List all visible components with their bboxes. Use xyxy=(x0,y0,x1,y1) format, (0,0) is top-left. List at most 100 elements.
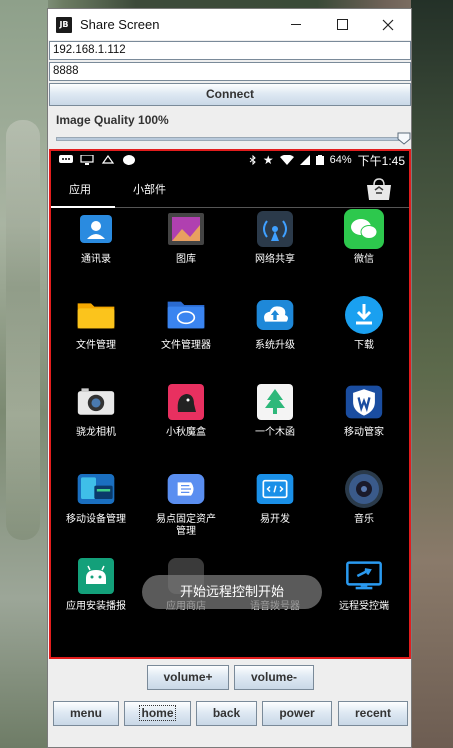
app-label: 下载 xyxy=(354,340,374,351)
app-label: 系统升级 xyxy=(255,340,295,351)
app-tree[interactable]: 一个木函 xyxy=(230,382,320,439)
desktop-wallpaper-right xyxy=(411,0,453,748)
power-button[interactable]: power xyxy=(262,701,332,726)
ip-address-field[interactable]: 192.168.1.112 xyxy=(49,41,411,60)
volume-down-button[interactable]: volume- xyxy=(234,665,314,690)
home-button-label: home xyxy=(139,705,176,721)
window-title: Share Screen xyxy=(80,17,160,32)
close-icon xyxy=(382,19,394,30)
maximize-button[interactable] xyxy=(319,9,365,40)
device-manage-icon xyxy=(76,469,116,509)
app-label: 易点固定资产 管理 xyxy=(156,514,216,537)
app-device-manage[interactable]: 移动设备管理 xyxy=(51,469,141,526)
image-quality-label: Image Quality 100% xyxy=(56,113,169,127)
minimize-icon xyxy=(291,24,301,25)
battery-percent: 64% xyxy=(329,154,352,166)
contacts-icon xyxy=(76,209,116,249)
desktop-wallpaper-left xyxy=(0,0,48,748)
app-label: 一个木函 xyxy=(255,427,295,438)
app-camera[interactable]: 骁龙相机 xyxy=(51,382,141,439)
app-network-share[interactable]: 网络共享 xyxy=(230,209,320,266)
notification-icon xyxy=(101,155,115,164)
music-icon xyxy=(344,469,384,509)
shield-icon xyxy=(344,382,384,422)
volume-up-button[interactable]: volume+ xyxy=(147,665,229,690)
camera-icon xyxy=(76,382,116,422)
app-dev[interactable]: 易开发 xyxy=(230,469,320,526)
gallery-icon xyxy=(166,209,206,249)
app-label: 小秋魔盒 xyxy=(166,427,206,438)
close-button[interactable] xyxy=(365,9,411,40)
app-label: 骁龙相机 xyxy=(76,427,116,438)
maximize-icon xyxy=(336,19,348,30)
app-folder[interactable]: 文件管理 xyxy=(51,295,141,352)
tab-widgets[interactable]: 小部件 xyxy=(133,181,166,197)
app-file-manager[interactable]: 文件管理器 xyxy=(141,295,231,352)
home-button[interactable]: home xyxy=(124,701,191,726)
app-asset-manage[interactable]: 易点固定资产 管理 xyxy=(141,469,231,538)
phone-screen[interactable]: ★ 64% 下午1:45 应用 小部件 通讯录 图库 网络共享 微信文件管理 文件管理器… xyxy=(49,149,411,659)
system-update-icon xyxy=(255,295,295,335)
star-icon: ★ xyxy=(262,153,274,167)
app-label: 通讯录 xyxy=(81,254,111,265)
app-label: 音乐 xyxy=(354,514,374,525)
phone-status-bar: ★ 64% 下午1:45 xyxy=(51,151,409,169)
app-label: 文件管理器 xyxy=(161,340,211,351)
tab-divider xyxy=(115,207,409,208)
app-remote-screen[interactable]: 远程受控端 xyxy=(319,556,409,613)
dev-icon xyxy=(255,469,295,509)
app-android[interactable]: 应用安装播报 xyxy=(51,556,141,613)
app-label: 图库 xyxy=(176,254,196,265)
connect-button[interactable]: Connect xyxy=(49,83,411,106)
folder-icon xyxy=(76,295,116,335)
minimize-button[interactable] xyxy=(273,9,319,40)
monitor-icon xyxy=(80,155,94,165)
menu-button[interactable]: menu xyxy=(53,701,119,726)
remote-screen-icon xyxy=(344,556,384,596)
app-shield[interactable]: 移动管家 xyxy=(319,382,409,439)
slider-fill xyxy=(57,138,405,140)
bluetooth-icon xyxy=(249,155,256,165)
app-download[interactable]: 下载 xyxy=(319,295,409,352)
app-label: 易开发 xyxy=(260,514,290,525)
app-label: 应用安装播报 xyxy=(66,601,126,612)
active-tab-indicator xyxy=(51,206,115,208)
recent-button[interactable]: recent xyxy=(338,701,408,726)
app-gallery[interactable]: 图库 xyxy=(141,209,231,266)
android-icon xyxy=(76,556,116,596)
app-magic-box[interactable]: 小秋魔盒 xyxy=(141,382,231,439)
wechat-icon xyxy=(344,209,384,249)
launcher-tabs: 应用 小部件 xyxy=(51,169,409,209)
app-contacts[interactable]: 通讯录 xyxy=(51,209,141,266)
tab-apps[interactable]: 应用 xyxy=(69,181,91,197)
wifi-icon xyxy=(279,155,294,165)
slider-thumb[interactable] xyxy=(397,132,411,145)
magic-box-icon xyxy=(166,382,206,422)
title-bar[interactable]: JB Share Screen xyxy=(48,9,411,40)
tree-icon xyxy=(255,382,295,422)
app-label: 移动设备管理 xyxy=(66,514,126,525)
app-logo-icon: JB xyxy=(56,16,72,33)
app-label: 移动管家 xyxy=(344,427,384,438)
asset-manage-icon xyxy=(166,469,206,509)
app-wechat[interactable]: 微信 xyxy=(319,209,409,266)
port-field[interactable]: 8888 xyxy=(49,62,411,81)
signal-icon xyxy=(299,155,310,165)
image-quality-slider[interactable] xyxy=(56,137,406,141)
message-icon xyxy=(59,155,73,163)
app-label: 远程受控端 xyxy=(339,601,389,612)
network-share-icon xyxy=(255,209,295,249)
app-label: 微信 xyxy=(354,254,374,265)
back-button[interactable]: back xyxy=(196,701,257,726)
toast-message: 开始远程控制开始 xyxy=(142,575,322,609)
app-system-update[interactable]: 系统升级 xyxy=(230,295,320,352)
download-icon xyxy=(344,295,384,335)
battery-icon xyxy=(315,155,324,165)
clock: 下午1:45 xyxy=(357,153,405,168)
file-manager-icon xyxy=(166,295,206,335)
share-screen-window: JB Share Screen 192.168.1.112 8888 Conne… xyxy=(47,8,412,748)
shop-bag-icon[interactable] xyxy=(365,177,393,201)
app-music[interactable]: 音乐 xyxy=(319,469,409,526)
app-label: 网络共享 xyxy=(255,254,295,265)
dot-icon xyxy=(123,155,135,165)
